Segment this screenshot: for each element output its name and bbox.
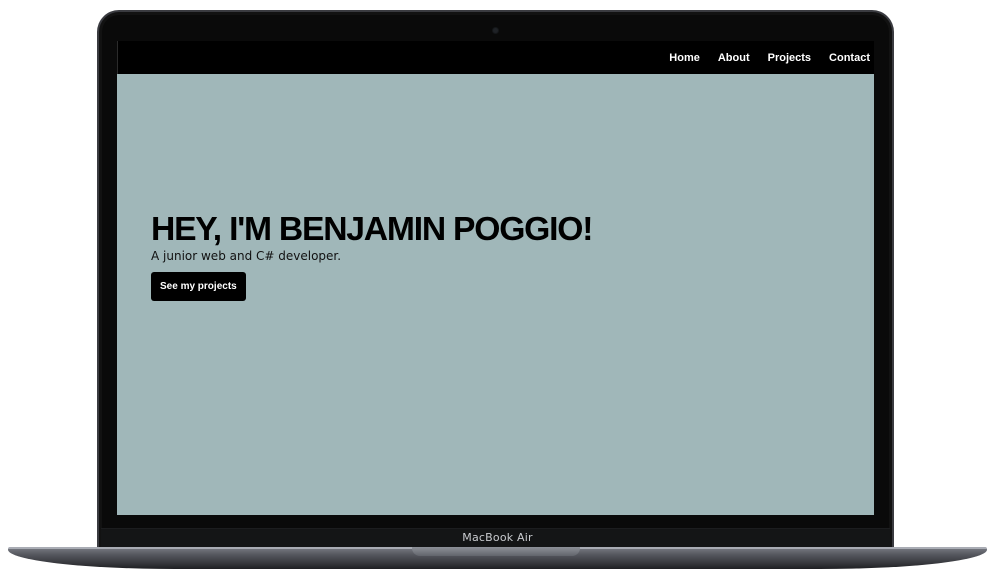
hero-title: HEY, I'M BENJAMIN POGGIO! (151, 210, 593, 247)
nav-link-contact[interactable]: Contact (829, 52, 870, 64)
nav-link-home[interactable]: Home (669, 52, 700, 64)
nav-links: Home About Projects Contact (651, 41, 870, 74)
nav-link-projects[interactable]: Projects (768, 52, 811, 64)
navbar: Home About Projects Contact (117, 41, 874, 74)
hero-section: HEY, I'M BENJAMIN POGGIO! A junior web a… (151, 211, 593, 301)
device-label: MacBook Air (462, 531, 533, 544)
nav-link-about[interactable]: About (718, 52, 750, 64)
see-projects-button[interactable]: See my projects (151, 272, 246, 301)
camera-icon (493, 28, 498, 33)
laptop-hinge-notch (412, 547, 580, 556)
hero-subtitle: A junior web and C# developer. (151, 249, 342, 263)
laptop-screen: Home About Projects Contact HEY, I'M BEN… (117, 41, 874, 515)
